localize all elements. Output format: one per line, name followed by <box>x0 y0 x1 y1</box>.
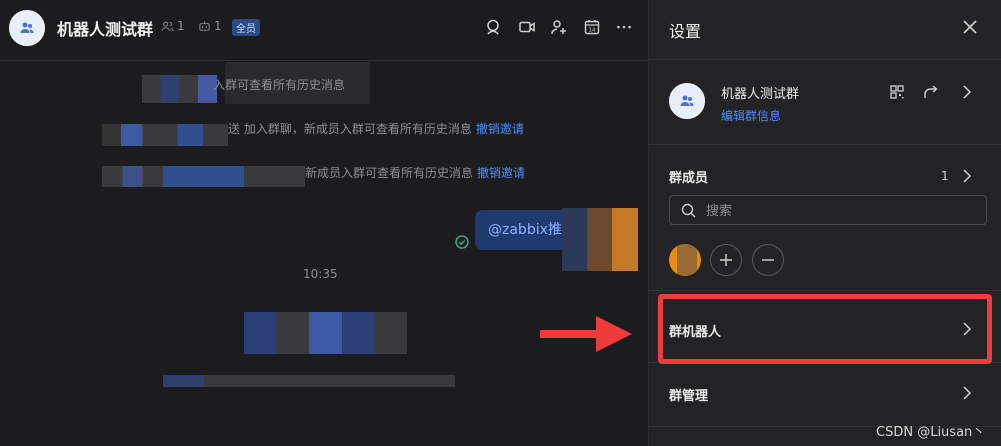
red-arrow-icon <box>540 316 632 352</box>
group-avatar[interactable] <box>669 83 705 119</box>
search-chat-button[interactable] <box>483 16 505 38</box>
redacted-avatar <box>562 208 638 271</box>
watermark: CSDN @Liusan丶 <box>876 425 986 440</box>
share-icon[interactable] <box>922 83 940 101</box>
members-count: 1 <box>941 169 949 183</box>
chat-title: 机器人测试群 <box>57 20 154 39</box>
divider <box>649 144 1001 145</box>
member-count[interactable]: 1 <box>161 19 185 33</box>
divider <box>649 290 1001 291</box>
member-search-input[interactable] <box>704 200 978 222</box>
calendar-button[interactable]: 14 <box>581 16 603 38</box>
revoke-invite-link[interactable]: 撤销邀请 <box>476 122 524 136</box>
revoke-invite-link[interactable]: 撤销邀请 <box>477 166 525 180</box>
chat-panel: 机器人测试群 1 1 全员 14 入群可查看所有历史消息 送 加入群聊，新成员入… <box>0 0 648 446</box>
minus-icon <box>762 259 774 261</box>
chevron-right-icon[interactable] <box>958 167 976 185</box>
system-message: 新成员入群可查看所有历史消息 撤销邀请 <box>305 166 526 180</box>
redacted-name <box>142 75 217 103</box>
bot-count[interactable]: 1 <box>198 19 222 33</box>
system-message: 入群可查看所有历史消息 <box>213 78 346 92</box>
search-icon <box>681 203 696 218</box>
settings-panel: 设置 机器人测试群 编辑群信息 群成员 1 群机器人 群管理 <box>648 0 1001 446</box>
more-icon <box>617 25 631 29</box>
divider <box>649 59 1001 60</box>
chevron-right-icon[interactable] <box>958 384 976 402</box>
edit-group-info-link[interactable]: 编辑群信息 <box>721 107 781 124</box>
group-avatar[interactable] <box>9 10 45 46</box>
members-label: 群成员 <box>669 171 709 186</box>
add-member-button[interactable] <box>548 16 570 38</box>
members-icon <box>161 21 174 31</box>
close-icon[interactable] <box>960 17 980 37</box>
system-message: 送 加入群聊，新成员入群可查看所有历史消息 撤销邀请 <box>228 122 524 136</box>
group-icon <box>680 95 694 106</box>
bot-icon <box>199 20 210 31</box>
message-time: 10:35 <box>303 267 338 281</box>
settings-title: 设置 <box>669 22 702 41</box>
group-name: 机器人测试群 <box>721 87 800 102</box>
redacted-message <box>244 312 407 354</box>
all-members-badge: 全员 <box>232 19 260 36</box>
group-manage-row[interactable]: 群管理 <box>669 385 708 404</box>
highlight-box <box>658 294 992 364</box>
sent-message-bubble[interactable]: @zabbix推送 <box>475 210 575 250</box>
read-check-icon <box>455 235 469 249</box>
chat-header: 机器人测试群 1 1 全员 14 <box>0 0 648 61</box>
member-search-box[interactable] <box>669 195 987 225</box>
redacted-name <box>102 166 305 187</box>
add-member-circle-button[interactable] <box>710 244 742 276</box>
remove-member-circle-button[interactable] <box>752 244 784 276</box>
search-icon <box>487 19 499 35</box>
video-icon <box>519 21 535 33</box>
chevron-right-icon[interactable] <box>958 83 976 101</box>
redacted-message <box>163 375 455 387</box>
more-button[interactable] <box>613 16 635 38</box>
svg-text:14: 14 <box>589 28 596 34</box>
member-avatar[interactable] <box>669 244 701 276</box>
plus-icon <box>720 254 732 266</box>
qr-code-icon[interactable] <box>888 83 906 101</box>
redacted-name <box>102 124 228 146</box>
add-user-icon <box>551 20 566 35</box>
video-call-button[interactable] <box>516 16 538 38</box>
group-icon <box>20 22 34 33</box>
calendar-icon: 14 <box>584 20 600 35</box>
